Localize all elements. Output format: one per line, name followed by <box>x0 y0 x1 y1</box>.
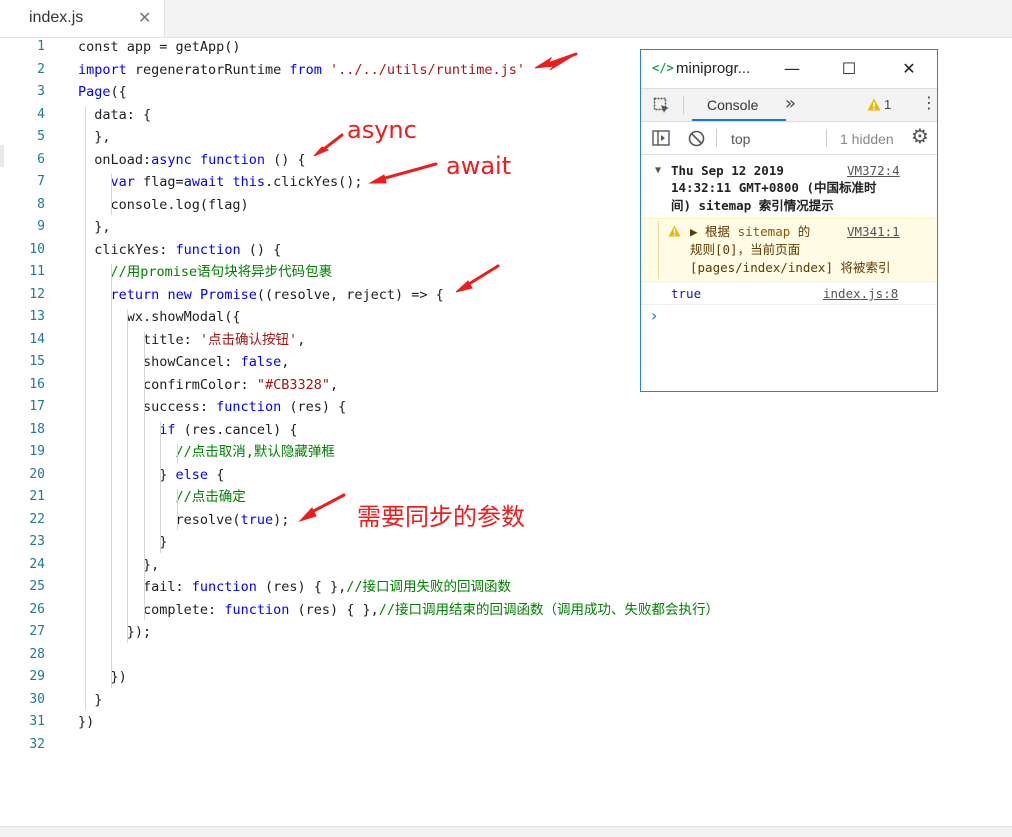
annotation-await: await <box>446 152 512 180</box>
annotation-sync-param: 需要同步的参数 <box>357 503 525 531</box>
annotation-async: async <box>347 116 417 144</box>
annotation-arrows <box>298 52 578 523</box>
